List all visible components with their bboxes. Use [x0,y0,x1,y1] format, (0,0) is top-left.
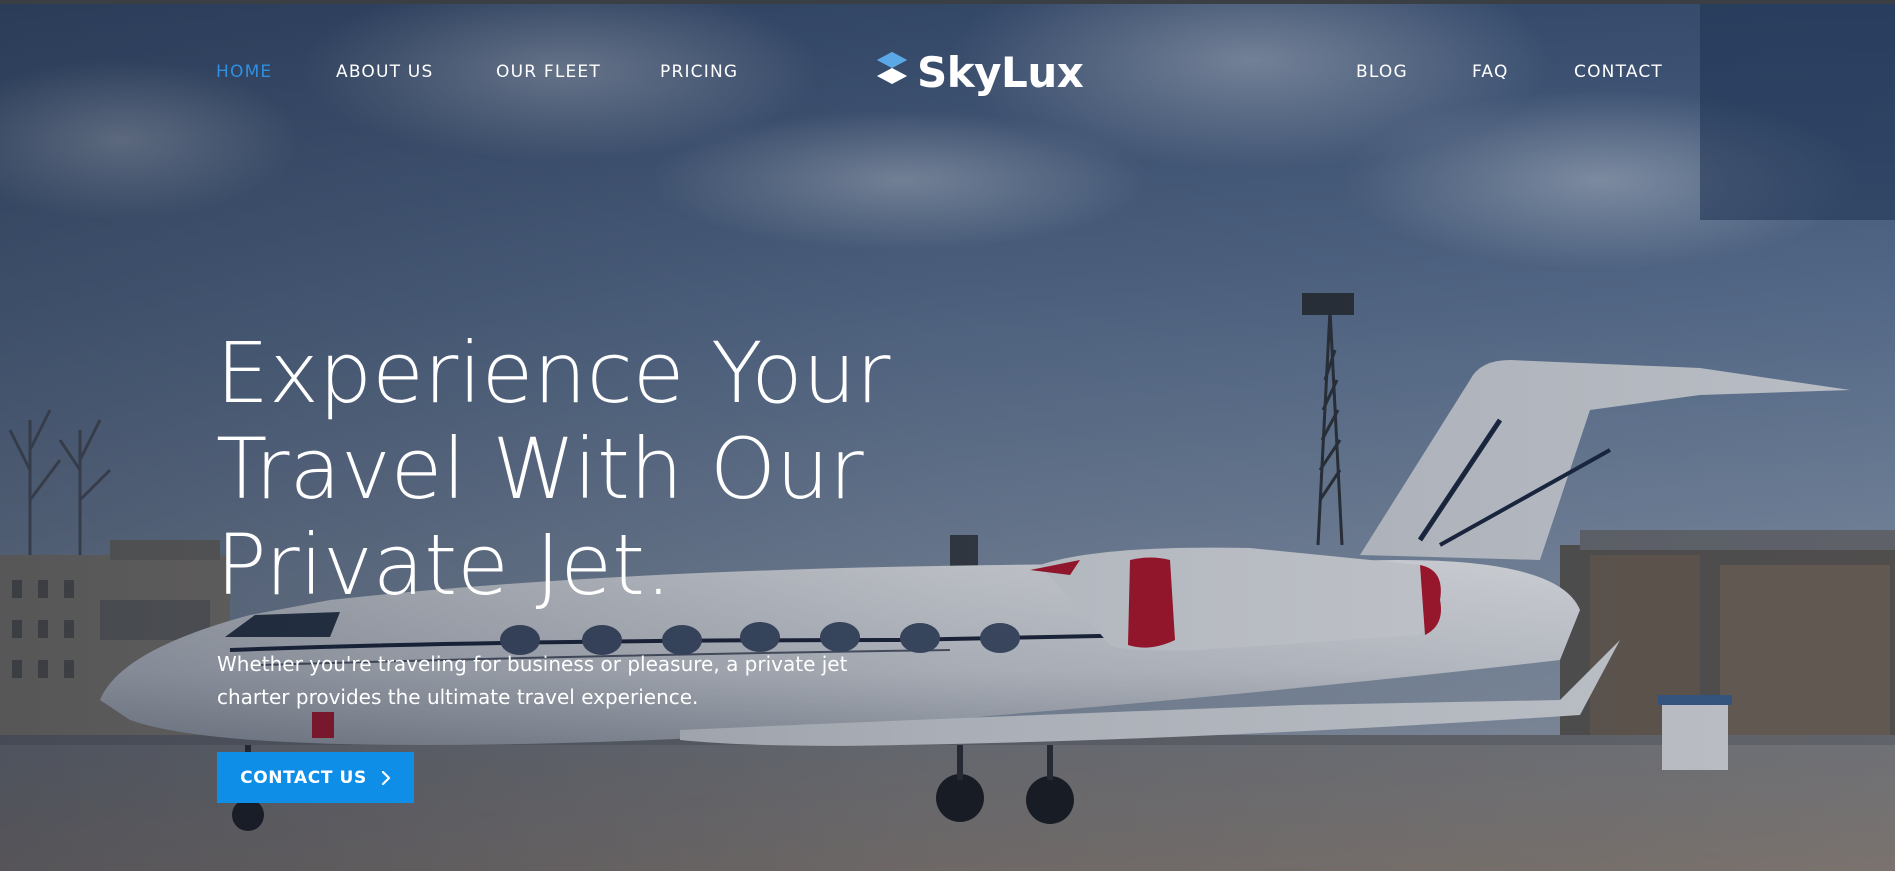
hero-title: Experience Your Travel With Our Private … [216,325,1016,613]
s-logo-icon [877,52,907,84]
landing-page: HOME ABOUT US OUR FLEET PRICING SkyLux B… [0,0,1895,871]
contact-us-button-label: CONTACT US [240,767,367,788]
hero-subtitle: Whether you're traveling for business or… [217,652,848,709]
site-logo[interactable]: SkyLux [873,47,1084,97]
top-border [0,0,1895,4]
hero-title-line: Private Jet. [216,516,672,614]
main-navigation: HOME ABOUT US OUR FLEET PRICING SkyLux B… [0,47,1895,97]
nav-blog[interactable]: BLOG [1356,62,1408,82]
nav-about-us[interactable]: ABOUT US [336,62,433,82]
contact-us-button[interactable]: CONTACT US [217,752,414,803]
hero-title-line: Experience Your [216,324,891,422]
hero-title-line: Travel With Our [216,420,864,518]
nav-contact[interactable]: CONTACT [1574,62,1663,82]
nav-home[interactable]: HOME [216,62,272,82]
nav-faq[interactable]: FAQ [1472,62,1509,82]
logo-text: SkyLux [917,47,1084,97]
chevron-right-icon [381,770,390,785]
nav-our-fleet[interactable]: OUR FLEET [496,62,601,82]
nav-pricing[interactable]: PRICING [660,62,738,82]
